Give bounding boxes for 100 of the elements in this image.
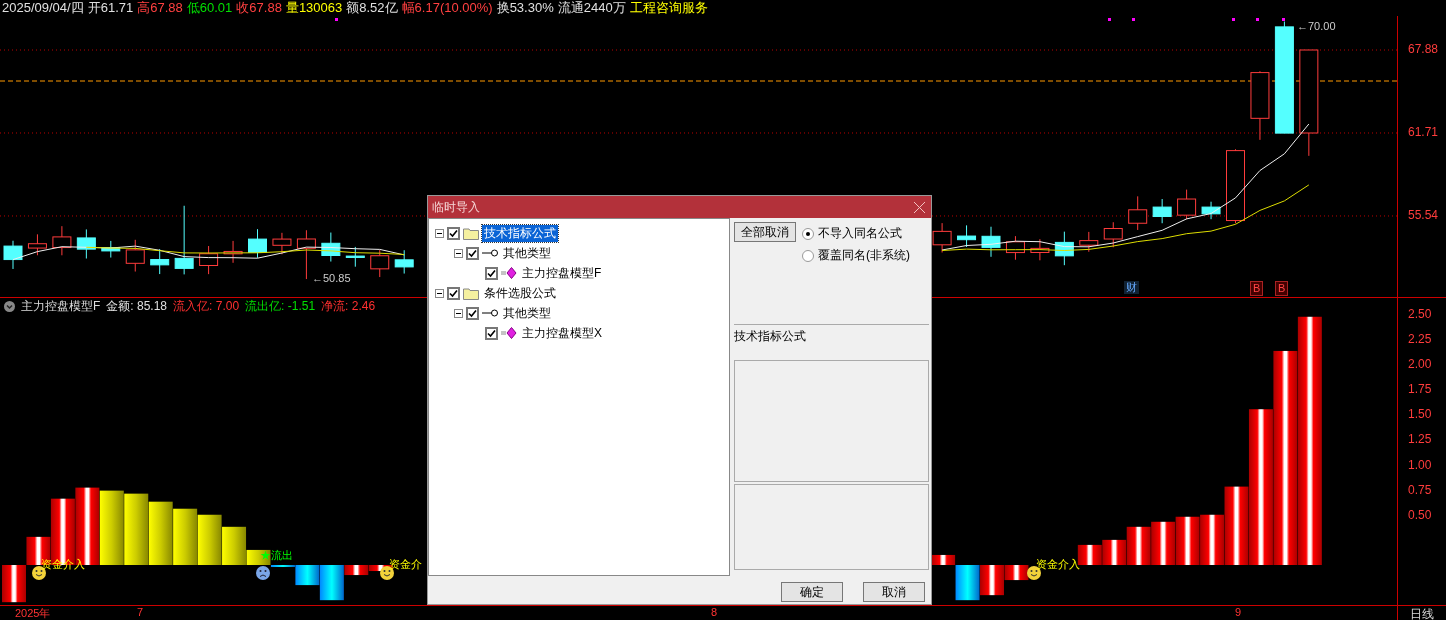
clear-all-button[interactable]: 全部取消 [734,222,796,242]
dialog-button[interactable]: 取消 [863,582,925,602]
dialog-button[interactable]: 确定 [781,582,843,602]
candlestick [1152,198,1172,224]
tree-item[interactable]: 主力控盘模型F [520,264,604,282]
candlestick [1005,235,1025,261]
candlestick [76,228,96,259]
diamond-icon [501,267,517,279]
event-badge[interactable]: B [1250,281,1264,296]
tree-item[interactable]: 技术指标公式 [482,224,558,242]
indicator-axis-label: 1.75 [1408,382,1432,397]
candlestick [101,240,121,259]
quote-field: 幅6.17(10.00%) [401,0,493,17]
checkbox[interactable] [466,246,479,260]
checkbox[interactable] [447,226,460,240]
money-flow-bar [1175,516,1200,565]
candlestick [199,245,219,275]
indicator-axis-label: 2.25 [1408,331,1432,346]
time-axis-label: 8 [711,606,718,618]
folder-icon [463,226,479,240]
candlestick [1079,231,1099,253]
quote-field: 开61.71 [87,0,134,17]
event-badge[interactable]: 财 [1124,281,1139,294]
tree-item[interactable]: 主力控盘模型X [520,324,604,342]
tree-item[interactable]: 其他类型 [501,304,553,322]
collapse-icon[interactable] [4,300,15,312]
high-price-label: ←70.00 [1297,20,1336,32]
quote-field: 工程咨询服务 [629,0,708,17]
indicator-axis-label: 0.75 [1408,482,1432,497]
indicator-value: 流入亿: 7.00 [173,297,240,315]
tree-item[interactable]: 其他类型 [501,244,553,262]
collapse-icon[interactable] [435,228,444,238]
candlestick [296,229,316,280]
money-flow-bar [1151,521,1176,565]
checkbox[interactable] [485,326,498,340]
candlestick [3,240,23,270]
indicator-axis-label: 2.50 [1408,306,1432,321]
period-label[interactable]: 日线 [1398,606,1434,620]
time-axis-label: 9 [1235,606,1242,618]
money-flow-bar [124,493,149,565]
dialog-title: 临时导入 [432,198,480,216]
candlestick [27,233,47,256]
collapse-icon[interactable] [435,288,444,298]
checkbox[interactable] [466,306,479,320]
radio-button[interactable] [802,227,814,240]
quote-field: 额8.52亿 [346,0,398,17]
low-price-label: ←50.85 [312,272,351,284]
candlestick [1103,221,1123,248]
candlestick [345,246,365,268]
checkbox[interactable] [485,266,498,280]
folder-icon [463,286,479,300]
collapse-icon[interactable] [454,248,463,258]
candlestick [981,226,1001,258]
quote-field: 换53.30% [496,0,554,17]
quote-field: 低60.01 [186,0,233,17]
money-flow-bar [197,514,222,565]
key-icon [482,249,498,257]
candlestick [1177,189,1197,220]
money-flow-bar [2,565,26,603]
candlestick [1250,70,1270,141]
collapse-icon[interactable] [454,308,463,318]
indicator-value: 金额: 85.18 [106,297,168,315]
candlestick [1030,238,1050,261]
indicator-name: 主力控盘模型F [21,297,101,315]
price-axis-label: 61.71 [1408,125,1439,139]
price-axis-label: 67.88 [1408,42,1439,56]
close-icon[interactable] [914,201,925,213]
indicator-axis-label: 0.50 [1408,507,1432,522]
candlestick [957,224,977,248]
tree-item[interactable]: 条件选股公式 [482,284,558,302]
event-badge[interactable]: B [1275,281,1289,296]
candlestick [1054,231,1074,266]
quote-field: 流通2440万 [557,0,626,17]
indicator-value: 净流: 2.46 [321,297,376,315]
sad-face-icon [256,566,270,580]
candlestick [394,249,414,275]
candlestick [150,248,170,275]
checkbox[interactable] [447,286,460,300]
candlestick [321,232,341,263]
indicator-axis-label: 2.00 [1408,357,1432,371]
quote-field: 2025/09/04/四 [2,0,84,17]
quote-field: 高67.88 [137,0,183,17]
radio-label: 覆盖同名(非系统) [818,247,910,264]
quote-field: 收67.88 [236,0,282,17]
candlestick [125,239,145,273]
price-axis-label: 55.54 [1408,207,1439,222]
signal-label: 资金介 [389,557,422,572]
diamond-icon [501,327,517,339]
candlestick [1201,201,1221,220]
candlestick [370,249,390,278]
candlestick [932,222,952,253]
indicator-axis-label: 1.00 [1408,457,1432,472]
time-axis-label: 7 [137,606,144,618]
indicator-axis-label: 1.50 [1408,407,1432,422]
radio-button[interactable] [802,249,814,262]
candlestick [174,205,194,275]
key-icon [482,309,498,317]
indicator-value: 流出亿: -1.51 [245,297,316,315]
candlestick [1128,195,1148,231]
quote-field: 量130063 [285,0,343,17]
